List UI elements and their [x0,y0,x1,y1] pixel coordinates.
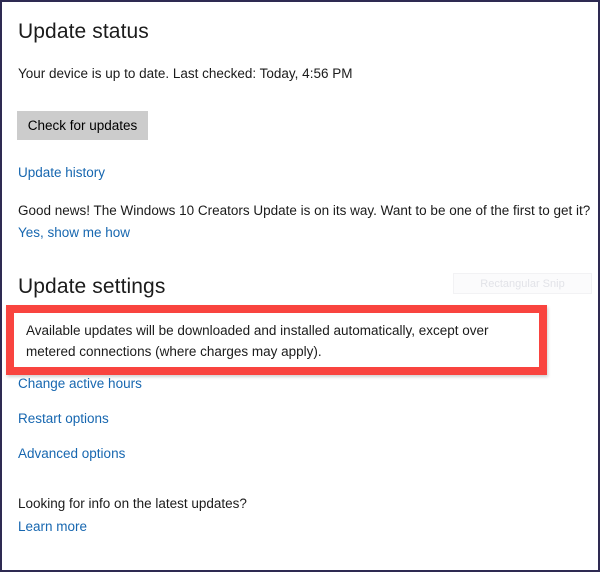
screenshot-canvas: Update status Your device is up to date.… [0,0,600,572]
creators-update-message: Good news! The Windows 10 Creators Updat… [18,203,591,218]
update-status-heading: Update status [18,20,149,43]
rectangular-snip-ghost-tooltip: Rectangular Snip [453,273,592,294]
update-settings-description: Available updates will be downloaded and… [26,323,489,359]
restart-options-link[interactable]: Restart options [18,411,109,426]
update-status-line: Your device is up to date. Last checked:… [18,66,353,81]
change-active-hours-link[interactable]: Change active hours [18,376,142,391]
update-history-link[interactable]: Update history [18,165,105,180]
settings-page: Update status Your device is up to date.… [2,2,598,570]
check-for-updates-button[interactable]: Check for updates [17,111,148,140]
metered-connection-callout: Available updates will be downloaded and… [6,305,547,375]
update-settings-heading: Update settings [18,275,166,298]
latest-updates-prompt: Looking for info on the latest updates? [18,496,247,511]
yes-show-me-how-link[interactable]: Yes, show me how [18,225,130,240]
learn-more-link[interactable]: Learn more [18,519,87,534]
advanced-options-link[interactable]: Advanced options [18,446,125,461]
